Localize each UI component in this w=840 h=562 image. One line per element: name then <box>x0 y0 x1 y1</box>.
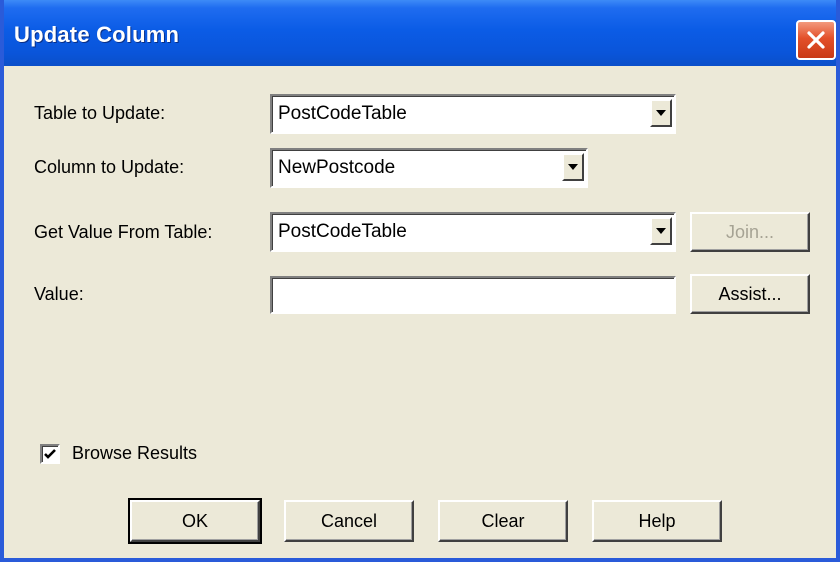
table-to-update-select[interactable]: PostCodeTable <box>270 94 676 134</box>
update-column-dialog: Update Column Table to Update: PostCodeT… <box>0 0 840 562</box>
chevron-down-icon <box>656 228 666 234</box>
clear-button[interactable]: Clear <box>438 500 568 542</box>
table-to-update-dropdown-button[interactable] <box>650 99 672 127</box>
column-to-update-value: NewPostcode <box>278 157 396 178</box>
table-to-update-value: PostCodeTable <box>278 103 407 124</box>
assist-button[interactable]: Assist... <box>690 274 810 314</box>
close-button[interactable] <box>796 20 836 60</box>
join-button[interactable]: Join... <box>690 212 810 252</box>
column-to-update-label: Column to Update: <box>34 157 185 177</box>
help-button-label: Help <box>638 511 676 531</box>
column-to-update-dropdown-button[interactable] <box>562 153 584 181</box>
get-value-from-table-label: Get Value From Table: <box>34 222 213 242</box>
ok-button[interactable]: OK <box>128 498 262 544</box>
help-button[interactable]: Help <box>592 500 722 542</box>
cancel-button[interactable]: Cancel <box>284 500 414 542</box>
table-to-update-label: Table to Update: <box>34 103 166 123</box>
close-icon <box>807 31 825 49</box>
window-title: Update Column <box>14 22 180 47</box>
ok-button-label: OK <box>181 511 208 531</box>
title-bar[interactable]: Update Column <box>4 0 836 66</box>
chevron-down-icon <box>656 110 666 116</box>
checkmark-icon <box>44 449 56 459</box>
cancel-button-label: Cancel <box>320 511 378 531</box>
get-value-from-table-value: PostCodeTable <box>278 221 407 242</box>
browse-results-checkbox[interactable] <box>40 444 60 464</box>
value-label: Value: <box>34 284 84 304</box>
clear-button-label: Clear <box>481 511 525 531</box>
chevron-down-icon <box>568 164 578 170</box>
assist-button-label: Assist... <box>718 284 782 304</box>
join-button-label: Join... <box>725 222 775 242</box>
value-input[interactable] <box>270 276 676 314</box>
column-to-update-select[interactable]: NewPostcode <box>270 148 588 188</box>
get-value-from-table-dropdown-button[interactable] <box>650 217 672 245</box>
browse-results-label: Browse Results <box>72 443 198 463</box>
get-value-from-table-select[interactable]: PostCodeTable <box>270 212 676 252</box>
